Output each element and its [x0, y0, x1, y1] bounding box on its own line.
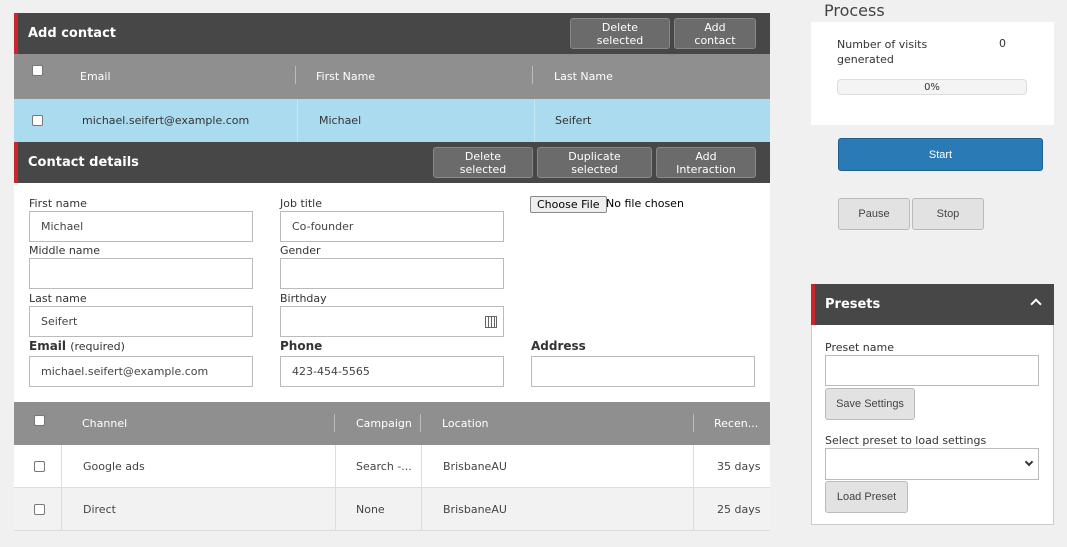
preset-select[interactable] — [825, 448, 1039, 480]
column-first-name[interactable]: First Name — [316, 54, 375, 99]
column-email[interactable]: Email — [80, 54, 111, 99]
birthday-field[interactable] — [280, 306, 504, 337]
column-divider — [420, 414, 421, 432]
add-contact-header: Add contact Delete selected Add contact — [14, 13, 770, 54]
middle-name-label: Middle name — [29, 244, 101, 257]
column-divider — [334, 414, 335, 432]
presets-header[interactable]: Presets — [811, 284, 1054, 325]
email-label-text: Email — [29, 339, 67, 353]
phone-label: Phone — [280, 339, 323, 353]
column-divider — [295, 66, 296, 84]
process-box: Number of visits generated 0 0% — [811, 22, 1054, 125]
save-settings-button[interactable]: Save Settings — [825, 388, 915, 420]
start-button[interactable]: Start — [838, 138, 1043, 171]
duplicate-selected-button[interactable]: Duplicate selected — [537, 147, 652, 178]
column-divider — [693, 414, 694, 432]
contact-details-form: First name Michael Job title Co-founder … — [14, 183, 770, 402]
gender-field[interactable] — [280, 258, 504, 289]
email-field[interactable]: michael.seifert@example.com — [29, 356, 253, 387]
location-cell: BrisbaneAU — [443, 502, 507, 516]
first-name-field[interactable]: Michael — [29, 211, 253, 242]
first-name-label: First name — [29, 197, 87, 210]
address-field[interactable] — [531, 356, 755, 387]
select-all-interactions-checkbox[interactable] — [34, 415, 45, 426]
preset-name-label: Preset name — [825, 341, 894, 354]
choose-file-button[interactable]: Choose File — [530, 196, 607, 213]
column-divider — [532, 66, 533, 84]
visits-label: Number of visits generated — [837, 38, 928, 66]
birthday-label: Birthday — [280, 292, 327, 305]
recency-cell: 25 days — [717, 502, 761, 516]
chevron-down-icon — [1024, 457, 1034, 467]
email-required-note: (required) — [70, 340, 125, 353]
table-row[interactable]: michael.seifert@example.com Michael Seif… — [14, 99, 770, 142]
select-preset-label: Select preset to load settings — [825, 434, 987, 447]
contact-details-title: Contact details — [28, 155, 139, 170]
row-checkbox[interactable] — [32, 115, 43, 126]
contact-last-name-cell: Seifert — [555, 114, 592, 127]
contact-first-name-cell: Michael — [319, 114, 362, 127]
table-row[interactable]: Google ads Search -... BrisbaneAU 35 day… — [14, 445, 770, 488]
calendar-icon[interactable] — [485, 316, 497, 328]
address-label: Address — [531, 339, 586, 353]
campaign-cell: Search -... — [356, 459, 412, 473]
preset-name-input[interactable] — [825, 355, 1039, 386]
job-title-label: Job title — [280, 197, 322, 210]
row-checkbox[interactable] — [34, 503, 45, 515]
delete-selected-contacts-button[interactable]: Delete selected — [570, 18, 670, 49]
campaign-cell: None — [356, 502, 385, 516]
contact-details-header: Contact details Delete selected Duplicat… — [14, 142, 770, 183]
pause-button[interactable]: Pause — [838, 198, 910, 230]
row-checkbox[interactable] — [34, 460, 45, 472]
progress-bar: 0% — [837, 79, 1027, 95]
column-campaign[interactable]: Campaign — [356, 402, 412, 445]
contacts-table-header: Email First Name Last Name — [14, 54, 770, 99]
chevron-up-icon[interactable] — [1030, 298, 1042, 310]
load-preset-button[interactable]: Load Preset — [825, 481, 908, 513]
column-divider — [297, 99, 298, 142]
contact-email-cell: michael.seifert@example.com — [82, 114, 250, 127]
add-contact-button[interactable]: Add contact — [674, 18, 756, 49]
presets-title: Presets — [825, 297, 881, 312]
column-recency[interactable]: Recen... — [714, 402, 758, 445]
visits-value: 0 — [999, 37, 1006, 50]
select-all-contacts-checkbox[interactable] — [32, 65, 43, 76]
middle-name-field[interactable] — [29, 258, 253, 289]
channel-cell: Google ads — [83, 459, 145, 473]
column-last-name[interactable]: Last Name — [554, 54, 613, 99]
job-title-field[interactable]: Co-founder — [280, 211, 504, 242]
progress-label: 0% — [924, 81, 940, 93]
channel-cell: Direct — [83, 502, 116, 516]
file-status-text: No file chosen — [606, 197, 684, 210]
column-location[interactable]: Location — [442, 402, 489, 445]
column-divider — [534, 99, 535, 142]
stop-button[interactable]: Stop — [912, 198, 984, 230]
add-interaction-button[interactable]: Add Interaction — [656, 147, 756, 178]
recency-cell: 35 days — [717, 459, 761, 473]
presets-panel: Presets Preset name Save Settings Select… — [811, 284, 1054, 525]
interactions-table-header: Channel Campaign Location Recen... — [14, 402, 770, 445]
column-channel[interactable]: Channel — [82, 402, 127, 445]
last-name-label: Last name — [29, 292, 87, 305]
contacts-panel: Add contact Delete selected Add contact … — [14, 13, 770, 531]
phone-field[interactable]: 423-454-5565 — [280, 356, 504, 387]
email-label: Email (required) — [29, 339, 125, 353]
process-title: Process — [824, 1, 885, 20]
last-name-field[interactable]: Seifert — [29, 306, 253, 337]
delete-selected-details-button[interactable]: Delete selected — [433, 147, 533, 178]
add-contact-title: Add contact — [28, 26, 116, 41]
location-cell: BrisbaneAU — [443, 459, 507, 473]
table-row[interactable]: Direct None BrisbaneAU 25 days — [14, 488, 770, 531]
gender-label: Gender — [280, 244, 321, 257]
